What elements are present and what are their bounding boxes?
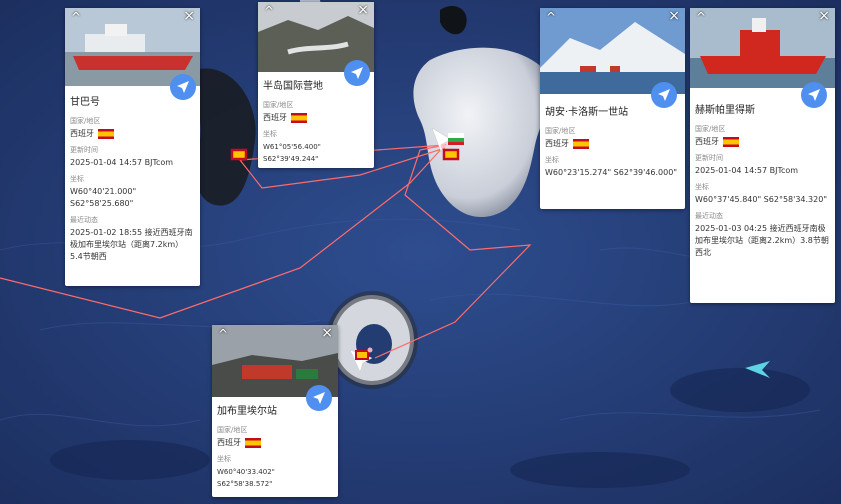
region-label: 国家/地区 <box>263 101 294 109</box>
latest-label: 最近动态 <box>70 216 98 224</box>
region-label: 国家/地区 <box>217 426 248 434</box>
updated-label: 更新时间 <box>695 154 723 162</box>
card-title: 胡安·卡洛斯一世站 <box>545 107 629 118</box>
spain-flag-icon <box>723 136 739 147</box>
country-value: 西班牙 <box>70 129 94 138</box>
chevron-up-icon[interactable]: ^ <box>264 5 274 17</box>
chevron-up-icon[interactable]: ^ <box>696 11 706 23</box>
island-deception <box>326 291 418 389</box>
coords-value: W60°40'33.402" S62°58'38.572" <box>217 468 275 488</box>
spain-flag-icon <box>291 112 307 123</box>
country-value: 西班牙 <box>263 113 287 122</box>
spain-flag-icon <box>245 437 261 448</box>
close-icon[interactable]: × <box>321 326 333 340</box>
coords-label: 坐标 <box>263 130 277 138</box>
region-label: 国家/地区 <box>545 127 576 135</box>
close-icon[interactable]: × <box>183 9 195 23</box>
latest-label: 最近动态 <box>695 212 723 220</box>
coords-label: 坐标 <box>70 175 84 183</box>
region-label: 国家/地区 <box>70 117 101 125</box>
spain-flag-icon <box>573 138 589 149</box>
card-title: 赫斯帕里得斯 <box>695 105 755 116</box>
close-icon[interactable]: × <box>818 9 830 23</box>
coords-label: 坐标 <box>695 183 709 191</box>
paper-plane-icon[interactable] <box>651 82 677 108</box>
coords-value: W61°05'56.400" S62°39'49.244" <box>263 143 321 163</box>
coords-value: W60°37'45.840" S62°58'34.320" <box>695 195 827 204</box>
updated-label: 更新时间 <box>70 146 98 154</box>
ship-card-hesperides[interactable]: ^ × 赫斯帕里得斯 国家/地区 西班牙 更新时间 2025-01-04 14:… <box>690 8 835 303</box>
coords-label: 坐标 <box>217 455 231 463</box>
latest-value: 2025-01-03 04:25 接近西班牙南极加布里埃尔站（距离2.2km）3… <box>695 224 829 257</box>
close-icon[interactable]: × <box>668 9 680 23</box>
card-title: 半岛国际营地 <box>263 81 323 92</box>
chevron-up-icon[interactable]: ^ <box>546 11 556 23</box>
coords-label: 坐标 <box>545 156 559 164</box>
coords-value: W60°23'15.274" S62°39'46.000" <box>545 168 677 177</box>
station-card-gabriel[interactable]: ^ × 加布里埃尔站 国家/地区 西班牙 坐标 W60°40'33.402" S… <box>212 325 338 497</box>
region-label: 国家/地区 <box>695 125 726 133</box>
station-card-juan-carlos[interactable]: ^ × 胡安·卡洛斯一世站 国家/地区 西班牙 坐标 W60°23'15.274… <box>540 8 685 209</box>
close-icon[interactable]: × <box>357 3 369 17</box>
country-value: 西班牙 <box>545 139 569 148</box>
latest-value: 2025-01-02 18:55 接近西班牙南极加布里埃尔站（距离7.2km）5… <box>70 228 193 261</box>
updated-value: 2025-01-04 14:57 BJTcom <box>695 166 799 175</box>
coords-value: W60°40'21.000" S62°58'25.680" <box>70 187 137 208</box>
station-card-peninsula[interactable]: ^ × 半岛国际营地 国家/地区 西班牙 坐标 W61°05'56.400" S… <box>258 2 374 168</box>
ship-photo-hesperides <box>690 8 835 88</box>
spain-flag-icon <box>98 128 114 139</box>
card-title: 甘巴号 <box>70 97 100 108</box>
ship-card-ganba[interactable]: ^ × 甘巴号 国家/地区 西班牙 更新时间 2025-01-04 14:57 … <box>65 8 200 286</box>
updated-value: 2025-01-04 14:57 BJTcom <box>70 158 174 167</box>
card-title: 加布里埃尔站 <box>217 406 277 417</box>
chevron-up-icon[interactable]: ^ <box>71 11 81 23</box>
country-value: 西班牙 <box>695 137 719 146</box>
country-value: 西班牙 <box>217 438 241 447</box>
chevron-up-icon[interactable]: ^ <box>218 328 228 340</box>
